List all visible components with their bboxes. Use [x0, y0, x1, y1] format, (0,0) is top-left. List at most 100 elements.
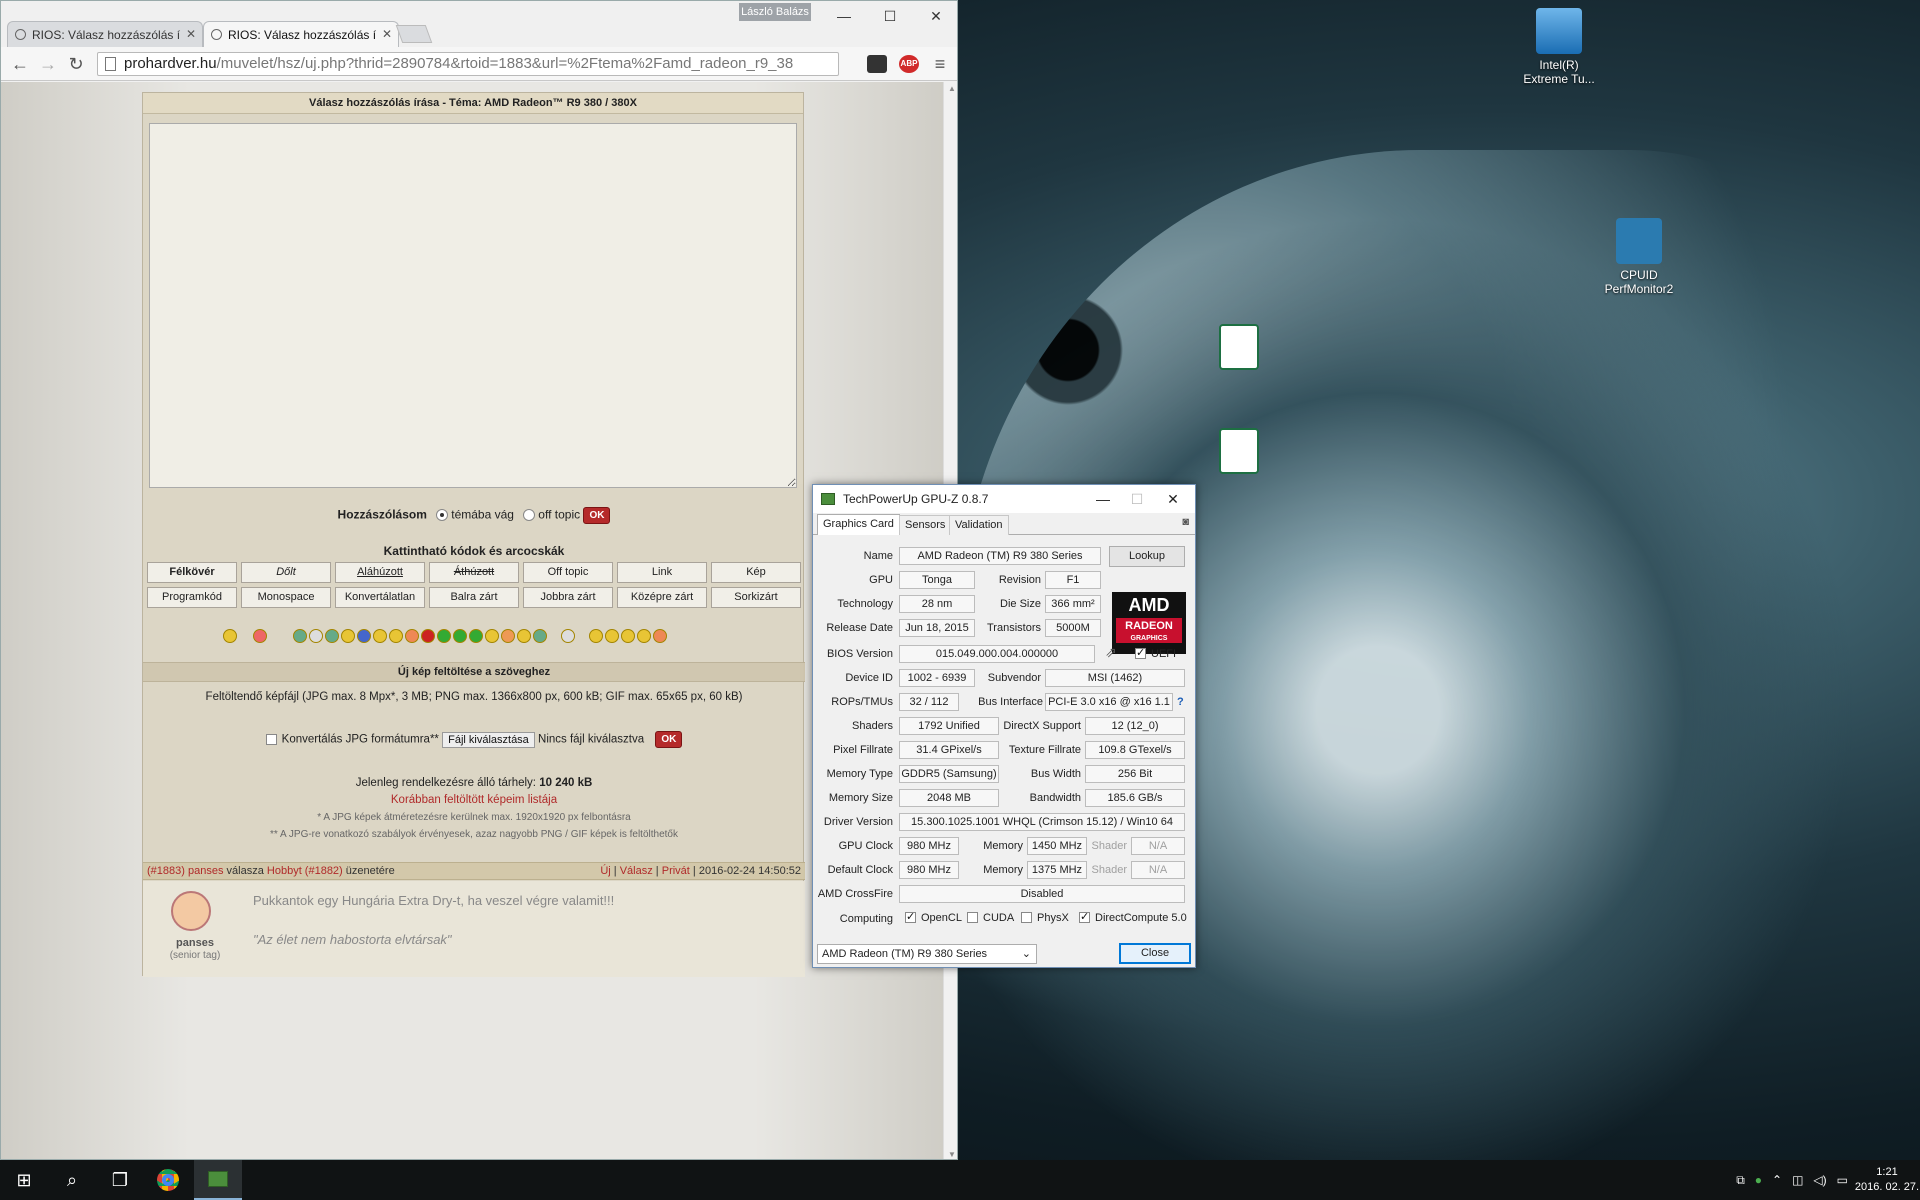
post-new-link[interactable]: Új	[600, 865, 610, 877]
tray-app-icon[interactable]: ●	[1755, 1173, 1762, 1187]
tab-2-active[interactable]: RIOS: Válasz hozzászólás í ✕	[203, 21, 399, 47]
post-id-link[interactable]: (#1883)	[147, 865, 185, 877]
scroll-down-icon[interactable]: ▼	[948, 1150, 956, 1159]
smiley-icon[interactable]	[293, 629, 307, 643]
adblock-icon[interactable]: ABP	[899, 55, 919, 73]
reply-textarea[interactable]	[149, 123, 797, 488]
chrome-icon[interactable]	[144, 1160, 192, 1200]
smiley-icon[interactable]	[389, 629, 403, 643]
smiley-icon[interactable]	[373, 629, 387, 643]
smiley-icon[interactable]	[357, 629, 371, 643]
forward-icon[interactable]: →	[37, 54, 59, 76]
label-default-clock: Default Clock	[827, 864, 893, 876]
show-hidden-icon[interactable]: ⌃	[1772, 1173, 1782, 1187]
tab-close-icon[interactable]: ✕	[382, 27, 392, 41]
windows-start-icon[interactable]: ⊞	[0, 1160, 48, 1200]
volume-icon[interactable]: ◁)	[1813, 1173, 1826, 1187]
smiley-icon[interactable]	[605, 629, 619, 643]
smiley-icon[interactable]	[561, 629, 575, 643]
italic-button[interactable]: Dőlt	[241, 562, 331, 583]
upload-ok-button[interactable]: OK	[655, 731, 683, 748]
justify-button[interactable]: Sorkizárt	[711, 587, 801, 608]
tab-graphics-card[interactable]: Graphics Card	[817, 514, 900, 535]
image-button[interactable]: Kép	[711, 562, 801, 583]
post-reply-link[interactable]: Válasz	[620, 865, 653, 877]
post-username[interactable]: panses	[153, 937, 237, 949]
tab-1[interactable]: RIOS: Válasz hozzászólás í ✕	[7, 21, 203, 47]
gpuz-close-button[interactable]: Close	[1119, 943, 1191, 964]
unconverted-button[interactable]: Konvertálatlan	[335, 587, 425, 608]
ok-button[interactable]: OK	[583, 507, 611, 524]
gpu-select[interactable]: AMD Radeon (TM) R9 380 Series ⌄	[817, 944, 1037, 964]
gpuz-taskbar-icon[interactable]	[194, 1160, 242, 1200]
post-private-link[interactable]: Privát	[662, 865, 690, 877]
tray-network-icon[interactable]: ⧉	[1736, 1173, 1745, 1188]
smiley-icon[interactable]	[533, 629, 547, 643]
underline-button[interactable]: Aláhúzott	[335, 562, 425, 583]
menu-icon[interactable]: ≡	[929, 54, 951, 76]
smiley-icon[interactable]	[405, 629, 419, 643]
align-right-button[interactable]: Jobbra zárt	[523, 587, 613, 608]
scroll-up-icon[interactable]: ▲	[948, 84, 956, 93]
strike-button[interactable]: Áthúzott	[429, 562, 519, 583]
avatar[interactable]	[171, 891, 211, 931]
link-button[interactable]: Link	[617, 562, 707, 583]
tab-close-icon[interactable]: ✕	[186, 27, 196, 41]
close-icon[interactable]: ✕	[913, 1, 957, 31]
close-icon[interactable]: ✕	[1153, 485, 1193, 513]
smiley-icon[interactable]	[253, 629, 267, 643]
profile-name[interactable]: László Balázs	[739, 3, 811, 21]
smiley-icon[interactable]	[501, 629, 515, 643]
desktop-icon-cpuid-perfmonitor[interactable]: CPUID PerfMonitor2	[1596, 218, 1682, 296]
search-icon[interactable]: ⌕	[48, 1160, 96, 1200]
smiley-icon[interactable]	[453, 629, 467, 643]
align-center-button[interactable]: Középre zárt	[617, 587, 707, 608]
monospace-button[interactable]: Monospace	[241, 587, 331, 608]
reload-icon[interactable]: ↻	[65, 54, 87, 76]
smiley-icon[interactable]	[437, 629, 451, 643]
desktop-icon-excel-1[interactable]	[1196, 324, 1282, 374]
maximize-icon[interactable]: ☐	[1117, 485, 1157, 513]
offtopic-button[interactable]: Off topic	[523, 562, 613, 583]
smiley-icon[interactable]	[485, 629, 499, 643]
minimize-icon[interactable]: —	[821, 1, 867, 31]
tab-sensors[interactable]: Sensors	[899, 515, 952, 535]
maximize-icon[interactable]: ☐	[867, 1, 913, 31]
clock[interactable]: 1:21 2016. 02. 27.	[1854, 1165, 1920, 1195]
align-left-button[interactable]: Balra zárt	[429, 587, 519, 608]
desktop-icon-intel-xtu[interactable]: Intel(R) Extreme Tu...	[1516, 8, 1602, 86]
previous-uploads-link[interactable]: Korábban feltöltött képeim listája	[143, 794, 805, 806]
smiley-icon[interactable]	[517, 629, 531, 643]
smiley-icon[interactable]	[309, 629, 323, 643]
camera-icon[interactable]: ◙	[1182, 516, 1189, 528]
extension-icon[interactable]	[867, 55, 887, 73]
post-target-link[interactable]: Hobbyt (#1882)	[267, 865, 343, 877]
smiley-icon[interactable]	[653, 629, 667, 643]
notifications-icon[interactable]: ▭	[1837, 1173, 1848, 1187]
smiley-icon[interactable]	[637, 629, 651, 643]
share-icon[interactable]: ⇗	[1105, 644, 1117, 661]
smiley-icon[interactable]	[621, 629, 635, 643]
wifi-icon[interactable]: ◫	[1792, 1173, 1803, 1187]
smiley-icon[interactable]	[325, 629, 339, 643]
choose-file-button[interactable]: Fájl kiválasztása	[442, 731, 535, 748]
smiley-icon[interactable]	[469, 629, 483, 643]
smiley-icon[interactable]	[421, 629, 435, 643]
smiley-icon[interactable]	[223, 629, 237, 643]
bold-button[interactable]: Félkövér	[147, 562, 237, 583]
radio-offtopic[interactable]	[523, 508, 536, 521]
task-view-icon[interactable]: ❐	[96, 1160, 144, 1200]
new-tab-button[interactable]	[395, 25, 433, 43]
back-icon[interactable]: ←	[9, 54, 31, 76]
code-button[interactable]: Programkód	[147, 587, 237, 608]
bus-help-icon[interactable]: ?	[1177, 696, 1184, 708]
smiley-icon[interactable]	[589, 629, 603, 643]
lookup-button[interactable]: Lookup	[1109, 546, 1185, 567]
desktop-icon-excel-2[interactable]	[1196, 428, 1282, 478]
radio-topic[interactable]	[436, 508, 449, 521]
post-author-link[interactable]: panses	[188, 865, 223, 877]
address-bar[interactable]: prohardver.hu/muvelet/hsz/uj.php?thrid=2…	[97, 52, 839, 76]
convert-checkbox[interactable]	[265, 733, 277, 745]
tab-validation[interactable]: Validation	[949, 515, 1009, 535]
smiley-icon[interactable]	[341, 629, 355, 643]
